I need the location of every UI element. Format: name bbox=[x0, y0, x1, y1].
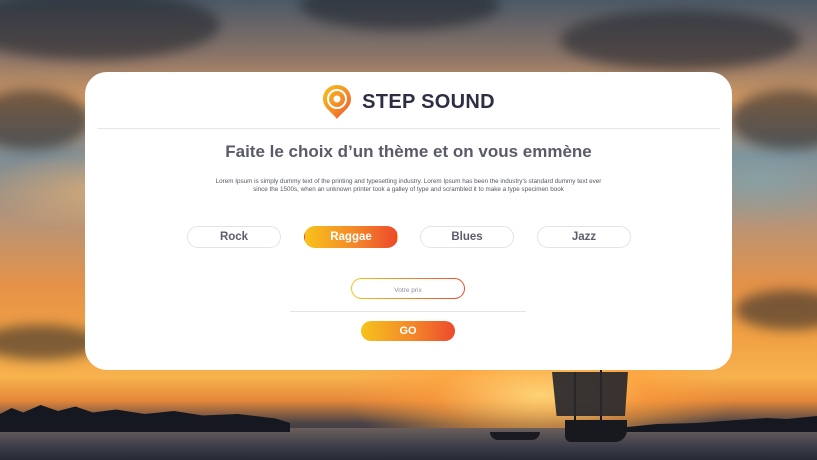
brand-name: STEP SOUND bbox=[362, 90, 495, 113]
genre-selector: Rock Raggae Blues Jazz bbox=[187, 226, 631, 248]
page-description: Lorem Ipsum is simply dummy text of the … bbox=[215, 178, 602, 194]
ship-hull bbox=[565, 420, 627, 442]
price-field bbox=[351, 278, 465, 300]
header-divider bbox=[97, 128, 720, 129]
go-button[interactable]: GO bbox=[361, 321, 455, 341]
genre-option-jazz[interactable]: Jazz bbox=[537, 226, 631, 248]
brand-logo[interactable]: STEP SOUND bbox=[85, 84, 732, 120]
genre-option-blues[interactable]: Blues bbox=[420, 226, 514, 248]
genre-option-rock[interactable]: Rock bbox=[187, 226, 281, 248]
sea bbox=[0, 428, 817, 460]
music-disc-pin-icon bbox=[323, 85, 352, 119]
genre-option-raggae[interactable]: Raggae bbox=[304, 226, 398, 248]
price-input[interactable] bbox=[352, 281, 464, 300]
cloud bbox=[560, 10, 800, 70]
ship-sails bbox=[552, 372, 628, 416]
page-title: Faite le choix d’un thème et on vous emm… bbox=[225, 142, 592, 161]
theme-picker-card: STEP SOUND Faite le choix d’un thème et … bbox=[85, 72, 732, 370]
form-divider bbox=[290, 311, 526, 312]
small-boat bbox=[490, 432, 540, 440]
